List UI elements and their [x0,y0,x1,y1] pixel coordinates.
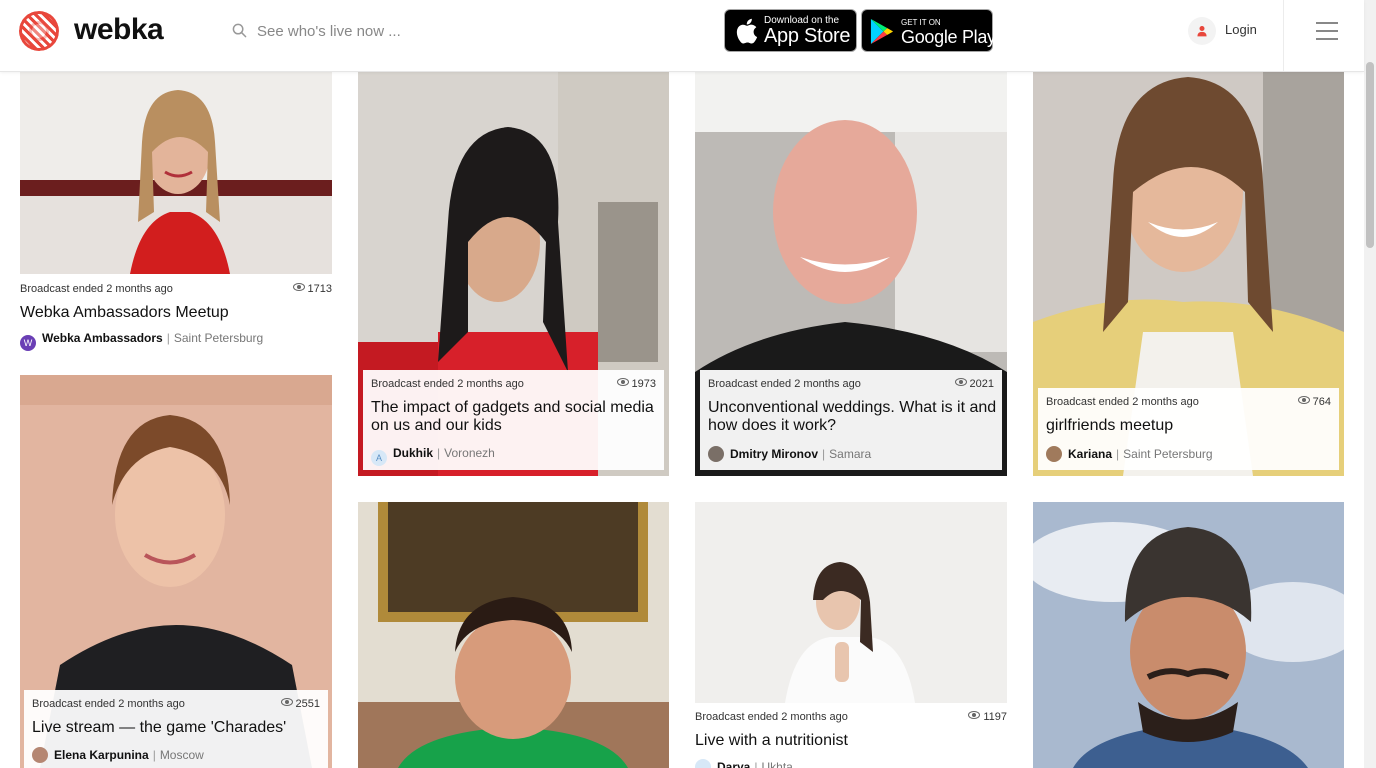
view-count: 1197 [968,711,1007,723]
page-scrollbar[interactable] [1364,0,1376,768]
header-divider [1283,0,1284,71]
broadcast-title[interactable]: Webka Ambassadors Meetup [20,304,332,322]
app-store-button[interactable]: Download on the App Store [724,9,857,52]
stream-thumbnail[interactable] [695,502,1007,703]
broadcast-info-panel: Broadcast ended 2 months ago 1973 The im… [363,370,664,470]
broadcast-info-panel: Broadcast ended 2 months ago 2021 Unconv… [700,370,1002,470]
broadcast-author[interactable]: Darya | Ukhta [695,759,793,768]
broadcast-card[interactable]: Broadcast ended 2 months ago 1973 The im… [358,72,669,476]
google-play-icon [870,19,893,44]
brand-name[interactable]: webka [74,10,164,50]
broadcast-card[interactable] [1033,502,1344,768]
top-header: webka Download on the App Store GET IT O… [0,0,1364,72]
broadcast-author[interactable]: A Dukhik | Voronezh [371,446,495,466]
broadcast-card[interactable]: Broadcast ended 2 months ago 764 girlfri… [1033,72,1344,476]
broadcast-status: Broadcast ended 2 months ago [708,378,861,390]
broadcast-status: Broadcast ended 2 months ago [695,711,848,723]
eye-icon [292,283,305,291]
broadcast-status: Broadcast ended 2 months ago [32,698,185,710]
view-count: 1713 [292,283,332,295]
broadcast-title[interactable]: The impact of gadgets and social media o… [371,399,661,435]
google-play-label: Google Play [901,27,996,47]
stream-thumbnail[interactable] [1033,502,1344,768]
broadcast-card[interactable]: Broadcast ended 2 months ago 2551 Live s… [20,375,332,768]
broadcast-title[interactable]: girlfriends meetup [1046,417,1336,435]
webka-logo-icon[interactable] [19,11,59,51]
login-link[interactable]: Login [1225,22,1257,37]
author-avatar: W [20,335,36,351]
menu-icon[interactable] [1316,22,1338,40]
apple-icon [736,18,758,44]
view-count: 764 [1297,396,1331,408]
broadcast-info-panel: Broadcast ended 2 months ago 2551 Live s… [24,690,328,768]
stream-thumbnail[interactable] [358,502,669,768]
eye-icon [1297,396,1310,404]
broadcast-status: Broadcast ended 2 months ago [371,378,524,390]
broadcast-card[interactable]: Broadcast ended 2 months ago 1197 Live w… [695,502,1007,768]
eye-icon [954,378,967,386]
broadcast-info-panel: Broadcast ended 2 months ago 764 girlfri… [1038,388,1339,470]
stream-thumbnail[interactable] [20,72,332,274]
broadcast-title[interactable]: Live with a nutritionist [695,732,1007,750]
broadcast-title[interactable]: Unconventional weddings. What is it and … [708,399,998,435]
login-avatar[interactable] [1188,17,1216,45]
eye-icon [280,698,293,706]
author-avatar [1046,446,1062,462]
view-count: 1973 [616,378,656,390]
author-avatar [32,747,48,763]
broadcast-author[interactable]: Elena Karpunina | Moscow [32,747,204,763]
view-count: 2021 [954,378,994,390]
eye-icon [968,711,981,719]
author-avatar: A [371,450,387,466]
author-avatar [695,759,711,768]
view-count: 2551 [280,698,320,710]
broadcast-status: Broadcast ended 2 months ago [20,283,173,295]
broadcast-card[interactable]: Broadcast ended 2 months ago 1713 Webka … [20,72,332,357]
broadcast-author[interactable]: Dmitry Mironov | Samara [708,446,871,462]
broadcast-title[interactable]: Live stream — the game 'Charades' [32,719,322,737]
broadcast-author[interactable]: Kariana | Saint Petersburg [1046,446,1213,462]
broadcast-author[interactable]: W Webka Ambassadors | Saint Petersburg [20,331,263,351]
broadcast-card[interactable] [358,502,669,768]
google-play-button[interactable]: GET IT ON Google Play [861,9,996,52]
search-icon [232,23,247,38]
app-store-label: App Store [764,25,851,47]
search-input[interactable] [252,16,642,46]
author-avatar [708,446,724,462]
eye-icon [616,378,629,386]
broadcast-status: Broadcast ended 2 months ago [1046,396,1199,408]
user-icon [1197,26,1207,37]
broadcast-card[interactable]: Broadcast ended 2 months ago 2021 Unconv… [695,72,1007,476]
scrollbar-thumb[interactable] [1366,62,1374,248]
